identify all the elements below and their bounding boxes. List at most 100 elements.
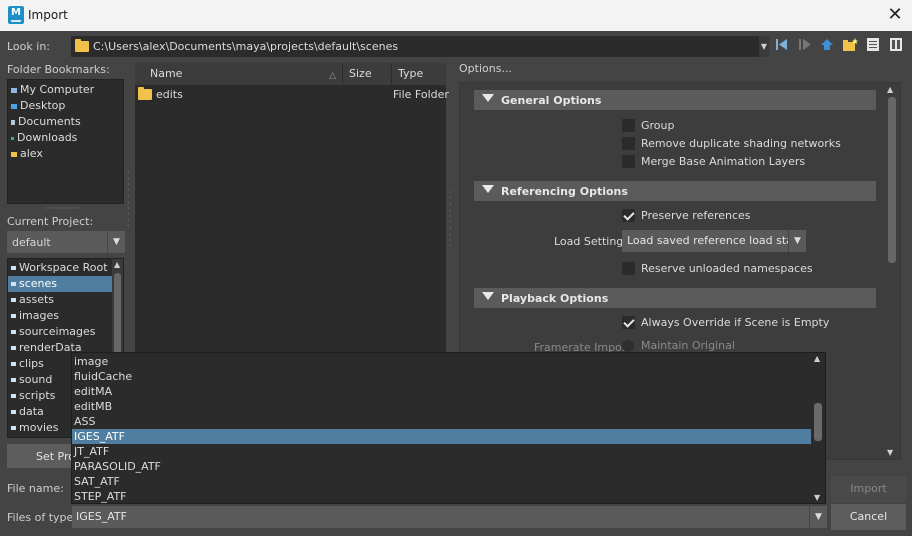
load-settings-value: Load saved reference load state (627, 234, 805, 247)
checkbox-label: Always Override if Scene is Empty (641, 315, 830, 329)
dropdown-scrollbar[interactable]: ▲ ▼ (811, 353, 825, 503)
workspace-item[interactable]: images (8, 308, 112, 324)
workspace-item[interactable]: sourceimages (8, 324, 112, 340)
workspace-item[interactable]: Workspace Root (8, 260, 112, 276)
new-folder-icon[interactable] (841, 38, 859, 55)
scrollbar-thumb[interactable] (814, 403, 822, 441)
bookmark-my-computer[interactable]: My Computer (8, 82, 123, 98)
scroll-up-icon[interactable]: ▲ (114, 260, 120, 269)
checkbox[interactable] (622, 136, 635, 150)
workspace-item-label: Workspace Root (19, 261, 108, 274)
section-title: Playback Options (501, 291, 609, 305)
checkbox-label: Remove duplicate shading networks (641, 136, 841, 150)
folder-icon (11, 394, 16, 398)
scroll-down-icon[interactable]: ▼ (814, 493, 820, 502)
checkbox-checked[interactable] (622, 208, 635, 222)
files-of-type-value: IGES_ATF (76, 510, 127, 523)
files-of-type-select[interactable]: IGES_ATF ▼ (72, 506, 827, 528)
look-in-path-field[interactable]: C:\Users\alex\Documents\maya\projects\de… (71, 36, 759, 57)
checkbox-label: Group (641, 118, 675, 132)
table-row[interactable]: edits File Folder (135, 85, 449, 103)
forward-icon[interactable] (796, 38, 814, 55)
checkbox-checked[interactable] (622, 315, 635, 329)
file-list: Name △ Size Type edits File Folder (135, 63, 449, 353)
dropdown-option[interactable]: image (72, 354, 812, 369)
dropdown-option[interactable]: fluidCache (72, 369, 812, 384)
scrollbar-thumb[interactable] (888, 97, 896, 263)
general-options-header[interactable]: General Options (474, 90, 876, 110)
look-in-dropdown-arrow[interactable]: ▼ (759, 36, 769, 57)
title-bar: M Import ✕ (0, 0, 912, 31)
preserve-references-checkbox[interactable]: Preserve references (622, 207, 751, 223)
splitter-handle[interactable]: ·········· (449, 189, 453, 251)
cancel-button[interactable]: Cancel (831, 504, 906, 530)
column-header-name[interactable]: Name △ (135, 63, 343, 85)
folder-icon (11, 362, 16, 366)
dropdown-option[interactable]: STEP_ATF (72, 489, 812, 503)
bookmark-desktop[interactable]: Desktop (8, 98, 123, 114)
workspace-item-label: images (19, 309, 59, 322)
detail-view-icon[interactable] (887, 38, 905, 55)
reserve-namespaces-checkbox[interactable]: Reserve unloaded namespaces (622, 260, 813, 276)
bookmark-alex[interactable]: alex (8, 146, 123, 162)
maintain-original-radio[interactable]: Maintain Original (622, 339, 735, 352)
look-in-path-text: C:\Users\alex\Documents\maya\projects\de… (93, 40, 399, 53)
import-button[interactable]: Import (831, 476, 906, 502)
dropdown-option-selected[interactable]: IGES_ATF (72, 429, 812, 444)
checkbox[interactable] (622, 261, 635, 275)
column-header-type[interactable]: Type (392, 63, 446, 85)
current-project-select[interactable]: default ▼ (7, 231, 125, 253)
folder-icon (11, 266, 16, 270)
scroll-up-icon[interactable]: ▲ (887, 85, 893, 94)
close-icon[interactable]: ✕ (884, 4, 906, 26)
scroll-down-icon[interactable]: ▼ (887, 448, 893, 457)
folder-icon (11, 314, 16, 318)
dropdown-option[interactable]: editMA (72, 384, 812, 399)
load-settings-label: Load Settings (554, 235, 630, 248)
workspace-item-label: scenes (19, 277, 58, 290)
merge-base-animation-checkbox[interactable]: Merge Base Animation Layers (622, 153, 805, 169)
current-project-value: default (12, 235, 51, 249)
list-view-icon[interactable] (864, 38, 882, 55)
remove-duplicate-checkbox[interactable]: Remove duplicate shading networks (622, 135, 841, 151)
collapse-arrow-icon (482, 94, 494, 102)
options-scrollbar[interactable]: ▲ ▼ (886, 83, 898, 459)
workspace-item-label: clips (19, 357, 44, 370)
dropdown-option[interactable]: SAT_ATF (72, 474, 812, 489)
workspace-item[interactable]: assets (8, 292, 112, 308)
back-icon[interactable] (773, 38, 791, 55)
column-label: Name (150, 67, 183, 80)
folder-icon (11, 330, 16, 334)
checkbox[interactable] (622, 118, 635, 132)
splitter-handle[interactable]: ·············· (45, 204, 81, 213)
checkbox[interactable] (622, 154, 635, 168)
playback-options-header[interactable]: Playback Options (474, 288, 876, 308)
load-settings-select[interactable]: Load saved reference load state ▼ (622, 230, 806, 252)
always-override-checkbox[interactable]: Always Override if Scene is Empty (622, 314, 829, 330)
column-header-size[interactable]: Size (343, 63, 392, 85)
dropdown-option[interactable]: ASS (72, 414, 812, 429)
radio-button[interactable] (622, 339, 634, 352)
up-folder-icon[interactable] (818, 38, 836, 55)
dropdown-option[interactable]: JT_ATF (72, 444, 812, 459)
radio-label: Maintain Original (641, 339, 735, 352)
files-of-type-label: Files of type: (7, 511, 78, 524)
dropdown-option[interactable]: PARASOLID_ATF (72, 459, 812, 474)
files-of-type-dropdown: image fluidCache editMA editMB ASS IGES_… (71, 352, 826, 504)
scroll-up-icon[interactable]: ▲ (814, 354, 820, 363)
bookmark-documents[interactable]: Documents (8, 114, 123, 130)
file-name-cell: edits (156, 87, 183, 101)
bookmark-label: My Computer (20, 83, 95, 96)
group-checkbox[interactable]: Group (622, 117, 675, 133)
options-label: Options... (459, 62, 512, 75)
workspace-item-selected[interactable]: scenes (8, 276, 112, 292)
dropdown-option[interactable]: editMB (72, 399, 812, 414)
bookmark-downloads[interactable]: Downloads (8, 130, 123, 146)
bookmark-label: Documents (18, 115, 81, 128)
splitter-handle[interactable]: ·········· (127, 169, 131, 231)
checkbox-label: Preserve references (641, 208, 751, 222)
documents-icon (11, 119, 15, 125)
checkbox-label: Reserve unloaded namespaces (641, 261, 813, 275)
referencing-options-header[interactable]: Referencing Options (474, 181, 876, 201)
workspace-item-label: data (19, 405, 44, 418)
